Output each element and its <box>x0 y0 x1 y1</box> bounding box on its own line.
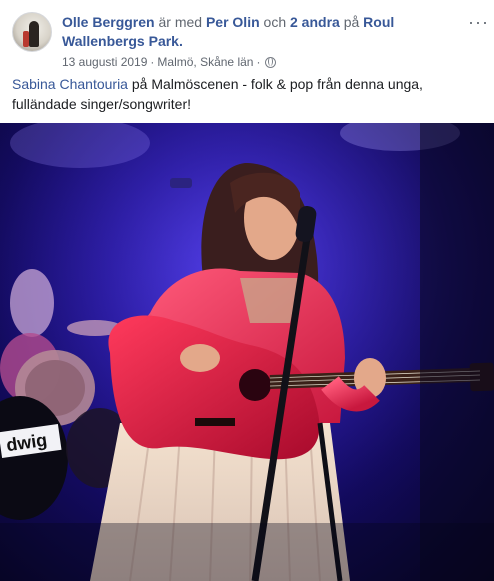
author-avatar[interactable] <box>12 12 52 52</box>
post-message: Sabina Chantouria på Malmöscenen - folk … <box>12 74 480 114</box>
more-options-icon[interactable]: ··· <box>468 13 492 32</box>
with-text: är med <box>158 14 203 30</box>
post-video[interactable]: dwig <box>0 123 494 581</box>
mention-link[interactable]: Sabina Chantouria <box>12 76 128 92</box>
tagged-person-link[interactable]: Per Olin <box>206 14 260 30</box>
others-link[interactable]: 2 andra <box>290 14 340 30</box>
facebook-post: Olle Berggren är med Per Olin och 2 andr… <box>0 0 494 581</box>
headline-period: . <box>178 33 183 49</box>
video-frame-illustration: dwig <box>0 123 494 581</box>
meta-separator: · <box>150 55 155 69</box>
and-text: och <box>263 14 287 30</box>
avatar-figure-accent <box>23 31 29 47</box>
post-location-link[interactable]: Malmö, Skåne län <box>157 54 253 70</box>
post-header: Olle Berggren är med Per Olin och 2 andr… <box>12 10 488 70</box>
globe-icon[interactable] <box>265 56 277 68</box>
post-meta: 13 augusti 2019 · Malmö, Skåne län · <box>62 54 277 70</box>
post-date-link[interactable]: 13 augusti 2019 <box>62 54 147 70</box>
stage-fixture <box>170 178 192 188</box>
stage-shadow-right <box>420 123 494 581</box>
avatar-figure <box>29 21 39 47</box>
meta-separator-2: · <box>256 55 261 69</box>
post-headline: Olle Berggren är med Per Olin och 2 andr… <box>62 13 442 51</box>
author-name-link[interactable]: Olle Berggren <box>62 14 155 30</box>
stage-shadow-bottom <box>0 523 494 581</box>
at-text: på <box>343 14 360 30</box>
